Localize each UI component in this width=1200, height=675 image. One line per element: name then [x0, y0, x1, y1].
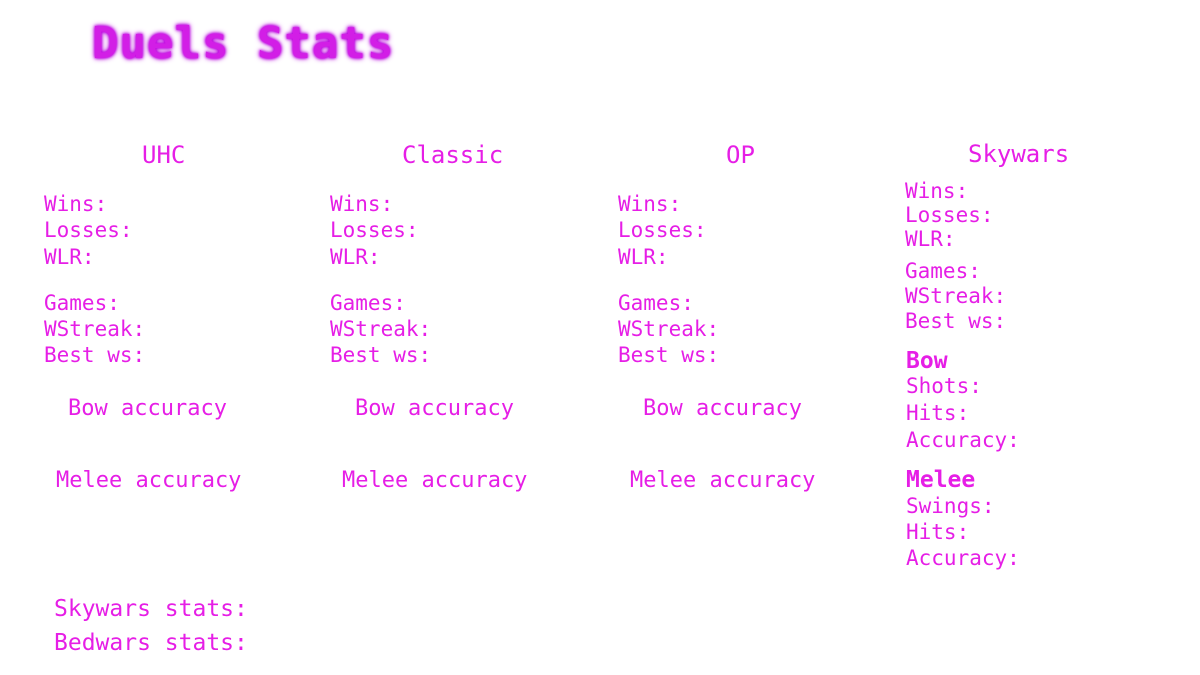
op-losses-label: Losses: — [618, 218, 707, 242]
column-heading-skywars: Skywars — [968, 140, 1070, 168]
classic-melee-accuracy-label: Melee accuracy — [342, 468, 528, 493]
classic-wlr-label: WLR: — [330, 245, 381, 269]
skywars-best-ws-label: Best ws: — [905, 309, 1007, 333]
bedwars-stats-link[interactable]: Bedwars stats: — [54, 632, 248, 655]
classic-games-label: Games: — [330, 291, 406, 315]
uhc-wstreak-label: WStreak: — [44, 317, 146, 341]
classic-best-ws-label: Best ws: — [330, 343, 432, 367]
op-wstreak-label: WStreak: — [618, 317, 720, 341]
page-title: Duels Stats — [92, 18, 395, 69]
uhc-best-ws-label: Best ws: — [44, 343, 146, 367]
skywars-bow-shots-label: Shots: — [906, 374, 982, 398]
column-heading-uhc: UHC — [142, 141, 186, 169]
op-bow-accuracy-label: Bow accuracy — [643, 396, 802, 421]
op-wins-label: Wins: — [618, 192, 682, 216]
op-games-label: Games: — [618, 291, 694, 315]
skywars-bow-heading: Bow — [906, 348, 948, 374]
classic-wstreak-label: WStreak: — [330, 317, 432, 341]
skywars-melee-accuracy-label: Accuracy: — [906, 546, 1020, 570]
uhc-games-label: Games: — [44, 291, 120, 315]
uhc-wins-label: Wins: — [44, 192, 108, 216]
uhc-bow-accuracy-label: Bow accuracy — [68, 396, 227, 421]
op-wlr-label: WLR: — [618, 245, 669, 269]
skywars-wlr-label: WLR: — [905, 227, 956, 251]
skywars-losses-label: Losses: — [905, 203, 994, 227]
uhc-losses-label: Losses: — [44, 218, 133, 242]
classic-losses-label: Losses: — [330, 218, 419, 242]
column-heading-classic: Classic — [402, 141, 504, 169]
classic-bow-accuracy-label: Bow accuracy — [355, 396, 514, 421]
op-best-ws-label: Best ws: — [618, 343, 720, 367]
skywars-stats-link[interactable]: Skywars stats: — [54, 598, 248, 621]
uhc-melee-accuracy-label: Melee accuracy — [56, 468, 242, 493]
skywars-games-label: Games: — [905, 259, 981, 283]
column-heading-op: OP — [726, 141, 755, 169]
skywars-wins-label: Wins: — [905, 179, 969, 203]
skywars-wstreak-label: WStreak: — [905, 284, 1007, 308]
skywars-melee-heading: Melee — [906, 467, 976, 493]
skywars-bow-hits-label: Hits: — [906, 401, 970, 425]
classic-wins-label: Wins: — [330, 192, 394, 216]
skywars-bow-accuracy-label: Accuracy: — [906, 428, 1020, 452]
skywars-melee-swings-label: Swings: — [906, 494, 995, 518]
uhc-wlr-label: WLR: — [44, 245, 95, 269]
skywars-melee-hits-label: Hits: — [906, 520, 970, 544]
op-melee-accuracy-label: Melee accuracy — [630, 468, 816, 493]
